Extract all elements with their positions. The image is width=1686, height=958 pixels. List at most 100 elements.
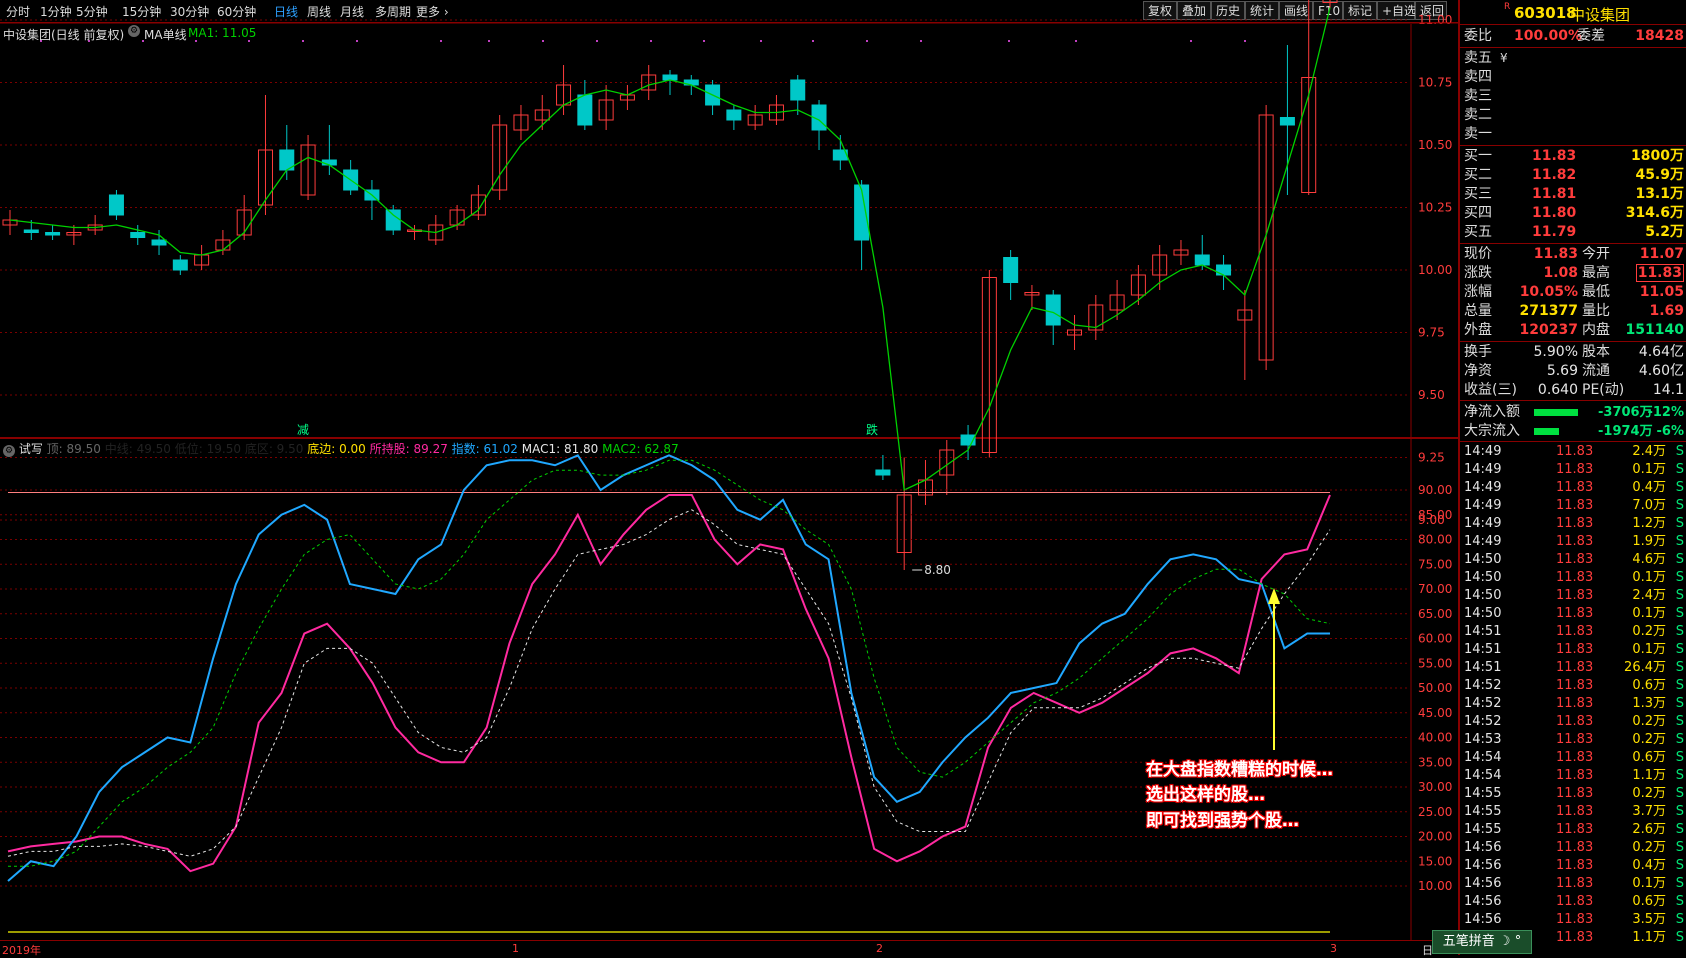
tick-row: 14:51 11.83 0.1万 S xyxy=(1464,641,1684,659)
quote-value: 10.05% xyxy=(1519,284,1578,300)
ask-level-4: 卖一 xyxy=(1464,125,1684,144)
candle-body xyxy=(726,109,742,121)
quote-row-2: 涨幅 10.05% 最低 11.05 xyxy=(1464,283,1684,302)
bid-price: 11.81 xyxy=(1532,186,1577,202)
tick-volume: 0.6万 xyxy=(1632,894,1666,909)
fund-value: 5.90% xyxy=(1533,344,1578,360)
tick-time: 14:52 xyxy=(1464,678,1502,693)
ask-label: 卖四 xyxy=(1464,69,1492,85)
tick-row: 14:51 11.83 26.4万 S xyxy=(1464,659,1684,677)
candle-body xyxy=(1045,294,1061,326)
sub-tick-label: 10.00 xyxy=(1418,879,1452,893)
candle-body xyxy=(875,469,891,476)
tick-row: 14:55 11.83 0.2万 S xyxy=(1464,785,1684,803)
settings-icon[interactable]: ⚙ xyxy=(3,445,15,457)
candle-body xyxy=(45,232,61,236)
tick-price: 11.83 xyxy=(1556,732,1594,747)
stock-header: R 603018 中设集团 xyxy=(1460,0,1686,24)
sub-indicator-name[interactable]: 试写 xyxy=(19,442,43,456)
tick-volume: 4.6万 xyxy=(1632,552,1666,567)
candle-body xyxy=(1216,264,1232,276)
signal-dot xyxy=(195,40,197,42)
tick-price: 11.83 xyxy=(1556,588,1594,603)
tick-time: 14:53 xyxy=(1464,732,1502,747)
bid-volume: 1800万 xyxy=(1631,148,1684,164)
x-axis-bar: 2019年 1 2 3 日 xyxy=(0,940,1458,957)
tick-volume: 1.1万 xyxy=(1632,930,1666,945)
tick-side: S xyxy=(1675,912,1684,927)
tick-side: S xyxy=(1675,534,1684,549)
tick-time: 14:49 xyxy=(1464,498,1502,513)
tick-side: S xyxy=(1675,876,1684,891)
tick-row: 14:50 11.83 0.1万 S xyxy=(1464,569,1684,587)
tick-side: S xyxy=(1675,588,1684,603)
bid-volume: 314.6万 xyxy=(1625,205,1684,221)
tick-side: S xyxy=(1675,480,1684,495)
tick-row: 14:52 11.83 0.2万 S xyxy=(1464,713,1684,731)
ime-indicator[interactable]: 五笔拼音 ☽ ° xyxy=(1432,930,1532,954)
settings-icon[interactable]: ⚙ xyxy=(128,25,140,37)
signal-dot xyxy=(1075,40,1077,42)
bid-level-2: 买三 11.81 13.1万 xyxy=(1464,185,1684,204)
tick-row: 14:49 11.83 7.0万 S xyxy=(1464,497,1684,515)
x-label-year: 2019年 xyxy=(2,944,41,957)
price-tick-label: 10.50 xyxy=(1418,138,1452,152)
tick-time: 14:55 xyxy=(1464,822,1502,837)
flow-label: 净流入额 xyxy=(1464,404,1520,420)
tick-volume: 1.9万 xyxy=(1632,534,1666,549)
bid-level-3: 买四 11.80 314.6万 xyxy=(1464,204,1684,223)
tick-side: S xyxy=(1675,714,1684,729)
quote-value: 120237 xyxy=(1519,322,1578,338)
tick-volume: 2.6万 xyxy=(1632,822,1666,837)
fund-value: 4.64亿 xyxy=(1638,344,1684,360)
fund-value: 5.69 xyxy=(1546,363,1578,379)
tick-row: 14:50 11.83 2.4万 S xyxy=(1464,587,1684,605)
marker-die: 跌 xyxy=(866,422,878,437)
tick-time: 14:56 xyxy=(1464,858,1502,873)
ask-label: 卖三 xyxy=(1464,88,1492,104)
tick-row: 14:56 11.83 0.2万 S xyxy=(1464,839,1684,857)
tick-price: 11.83 xyxy=(1556,840,1594,855)
quote-value: 1.69 xyxy=(1649,303,1684,319)
signal-dot xyxy=(488,40,490,42)
tick-side: S xyxy=(1675,606,1684,621)
bid-label: 买一 xyxy=(1464,148,1492,164)
tick-volume: 0.2万 xyxy=(1632,624,1666,639)
tick-time: 14:56 xyxy=(1464,912,1502,927)
tick-side: S xyxy=(1675,498,1684,513)
quote-label: 涨幅 xyxy=(1464,284,1492,300)
legend-holding: 所持股: 89.27 xyxy=(369,442,448,456)
tick-price: 11.83 xyxy=(1556,822,1594,837)
tick-time: 14:49 xyxy=(1464,516,1502,531)
flow-bar xyxy=(1534,409,1578,416)
bid-level-1: 买二 11.82 45.9万 xyxy=(1464,166,1684,185)
series-line-1 xyxy=(7,454,1330,882)
tick-side: S xyxy=(1675,840,1684,855)
legend-watch: 底区: 9.50 xyxy=(244,442,304,456)
tick-row: 14:49 11.83 0.1万 S xyxy=(1464,461,1684,479)
tick-row: 14:56 11.83 0.4万 S xyxy=(1464,857,1684,875)
tick-volume: 3.5万 xyxy=(1632,912,1666,927)
sub-tick-label: 55.00 xyxy=(1418,656,1452,670)
signal-dot xyxy=(596,40,598,42)
tick-side: S xyxy=(1675,696,1684,711)
quote-label: 涨跌 xyxy=(1464,265,1492,281)
candle-body xyxy=(321,159,337,166)
tick-time: 14:50 xyxy=(1464,552,1502,567)
tick-time: 14:54 xyxy=(1464,750,1502,765)
price-tick-label: 9.75 xyxy=(1418,326,1445,340)
candle-body xyxy=(172,259,188,271)
tick-time: 14:55 xyxy=(1464,804,1502,819)
x-label-jan: 1 xyxy=(512,942,519,955)
bid-label: 买三 xyxy=(1464,186,1492,202)
quote-value: 1.08 xyxy=(1543,265,1578,281)
main-indicator-name[interactable]: MA单线 xyxy=(144,26,187,43)
weicha-label: 委差 xyxy=(1577,28,1605,44)
legend-mid: 中线: 49.50 xyxy=(104,442,171,456)
tick-price: 11.83 xyxy=(1556,534,1594,549)
tick-price: 11.83 xyxy=(1556,894,1594,909)
bid-volume: 5.2万 xyxy=(1645,224,1684,240)
stock-name: 中设集团 xyxy=(1570,6,1631,24)
tick-side: S xyxy=(1675,552,1684,567)
tick-row: 14:52 11.83 0.6万 S xyxy=(1464,677,1684,695)
